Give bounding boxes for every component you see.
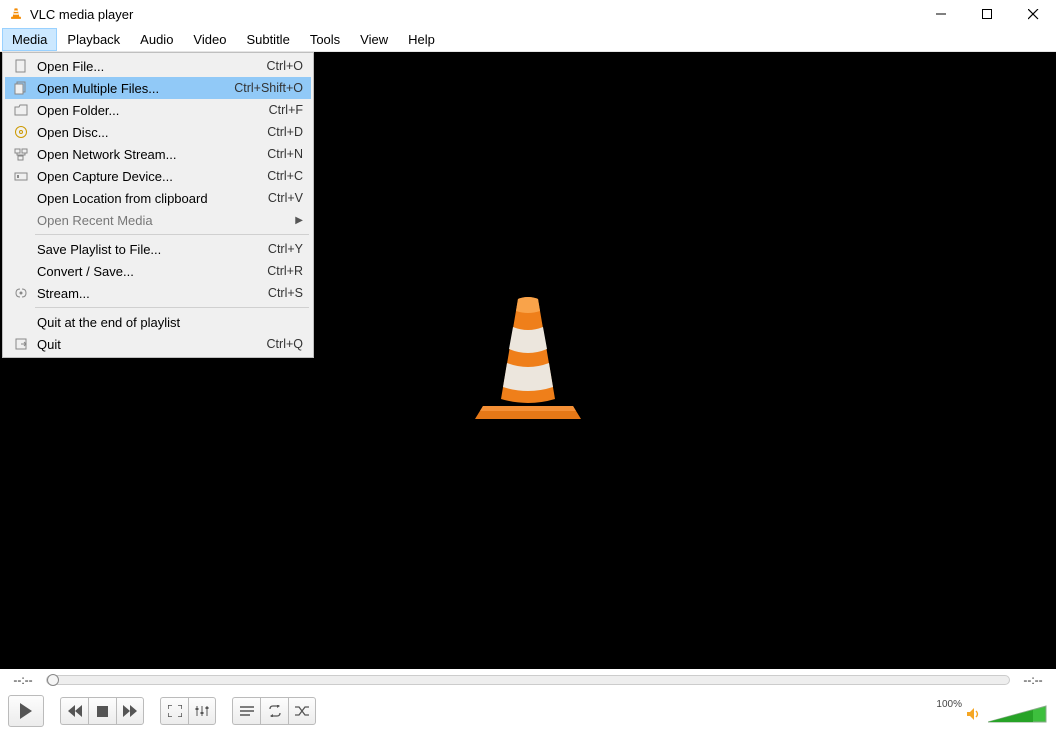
fullscreen-button[interactable] — [160, 697, 188, 725]
files-icon — [9, 81, 33, 95]
elapsed-time[interactable]: --:-- — [6, 673, 40, 687]
menu-quit[interactable]: Quit Ctrl+Q — [5, 333, 311, 355]
playback-controls: 100% — [0, 691, 1056, 731]
menu-stream[interactable]: Stream... Ctrl+S — [5, 282, 311, 304]
vlc-cone-logo — [463, 291, 593, 431]
menu-playback[interactable]: Playback — [57, 28, 130, 51]
network-icon — [9, 147, 33, 161]
menu-view[interactable]: View — [350, 28, 398, 51]
menu-bar: Media Playback Audio Video Subtitle Tool… — [0, 28, 1056, 52]
maximize-button[interactable] — [964, 0, 1010, 28]
shuffle-button[interactable] — [288, 697, 316, 725]
playlist-button[interactable] — [232, 697, 260, 725]
minimize-button[interactable] — [918, 0, 964, 28]
volume-slider[interactable] — [988, 704, 1048, 724]
menu-save-playlist[interactable]: Save Playlist to File... Ctrl+Y — [5, 238, 311, 260]
menu-separator — [35, 307, 309, 308]
seek-row: --:-- --:-- — [0, 669, 1056, 691]
play-button[interactable] — [8, 695, 44, 727]
speaker-icon[interactable] — [966, 706, 984, 722]
seek-knob[interactable] — [47, 674, 59, 686]
menu-open-network-stream[interactable]: Open Network Stream... Ctrl+N — [5, 143, 311, 165]
menu-video[interactable]: Video — [183, 28, 236, 51]
folder-icon — [9, 103, 33, 117]
file-icon — [9, 59, 33, 73]
menu-open-clipboard[interactable]: Open Location from clipboard Ctrl+V — [5, 187, 311, 209]
window-title: VLC media player — [30, 7, 918, 22]
stop-button[interactable] — [88, 697, 116, 725]
loop-button[interactable] — [260, 697, 288, 725]
title-bar: VLC media player — [0, 0, 1056, 28]
menu-subtitle[interactable]: Subtitle — [236, 28, 299, 51]
stream-icon — [9, 286, 33, 300]
menu-convert-save[interactable]: Convert / Save... Ctrl+R — [5, 260, 311, 282]
media-dropdown: Open File... Ctrl+O Open Multiple Files.… — [2, 52, 314, 358]
disc-icon — [9, 125, 33, 139]
menu-open-folder[interactable]: Open Folder... Ctrl+F — [5, 99, 311, 121]
menu-open-recent[interactable]: Open Recent Media ▶ — [5, 209, 311, 231]
menu-open-multiple-files[interactable]: Open Multiple Files... Ctrl+Shift+O — [5, 77, 311, 99]
close-button[interactable] — [1010, 0, 1056, 28]
volume-label: 100% — [936, 699, 962, 710]
menu-separator — [35, 234, 309, 235]
previous-button[interactable] — [60, 697, 88, 725]
quit-icon — [9, 337, 33, 351]
extended-settings-button[interactable] — [188, 697, 216, 725]
menu-open-disc[interactable]: Open Disc... Ctrl+D — [5, 121, 311, 143]
menu-tools[interactable]: Tools — [300, 28, 350, 51]
menu-help[interactable]: Help — [398, 28, 445, 51]
seek-slider[interactable] — [46, 675, 1010, 685]
volume-control: 100% — [936, 699, 1048, 724]
menu-media[interactable]: Media — [2, 28, 57, 51]
capture-icon — [9, 169, 33, 183]
menu-quit-after-playlist[interactable]: Quit at the end of playlist — [5, 311, 311, 333]
menu-open-file[interactable]: Open File... Ctrl+O — [5, 55, 311, 77]
next-button[interactable] — [116, 697, 144, 725]
menu-open-capture-device[interactable]: Open Capture Device... Ctrl+C — [5, 165, 311, 187]
submenu-arrow-icon: ▶ — [289, 215, 303, 226]
vlc-cone-icon — [8, 6, 24, 22]
menu-audio[interactable]: Audio — [130, 28, 183, 51]
remaining-time[interactable]: --:-- — [1016, 673, 1050, 687]
